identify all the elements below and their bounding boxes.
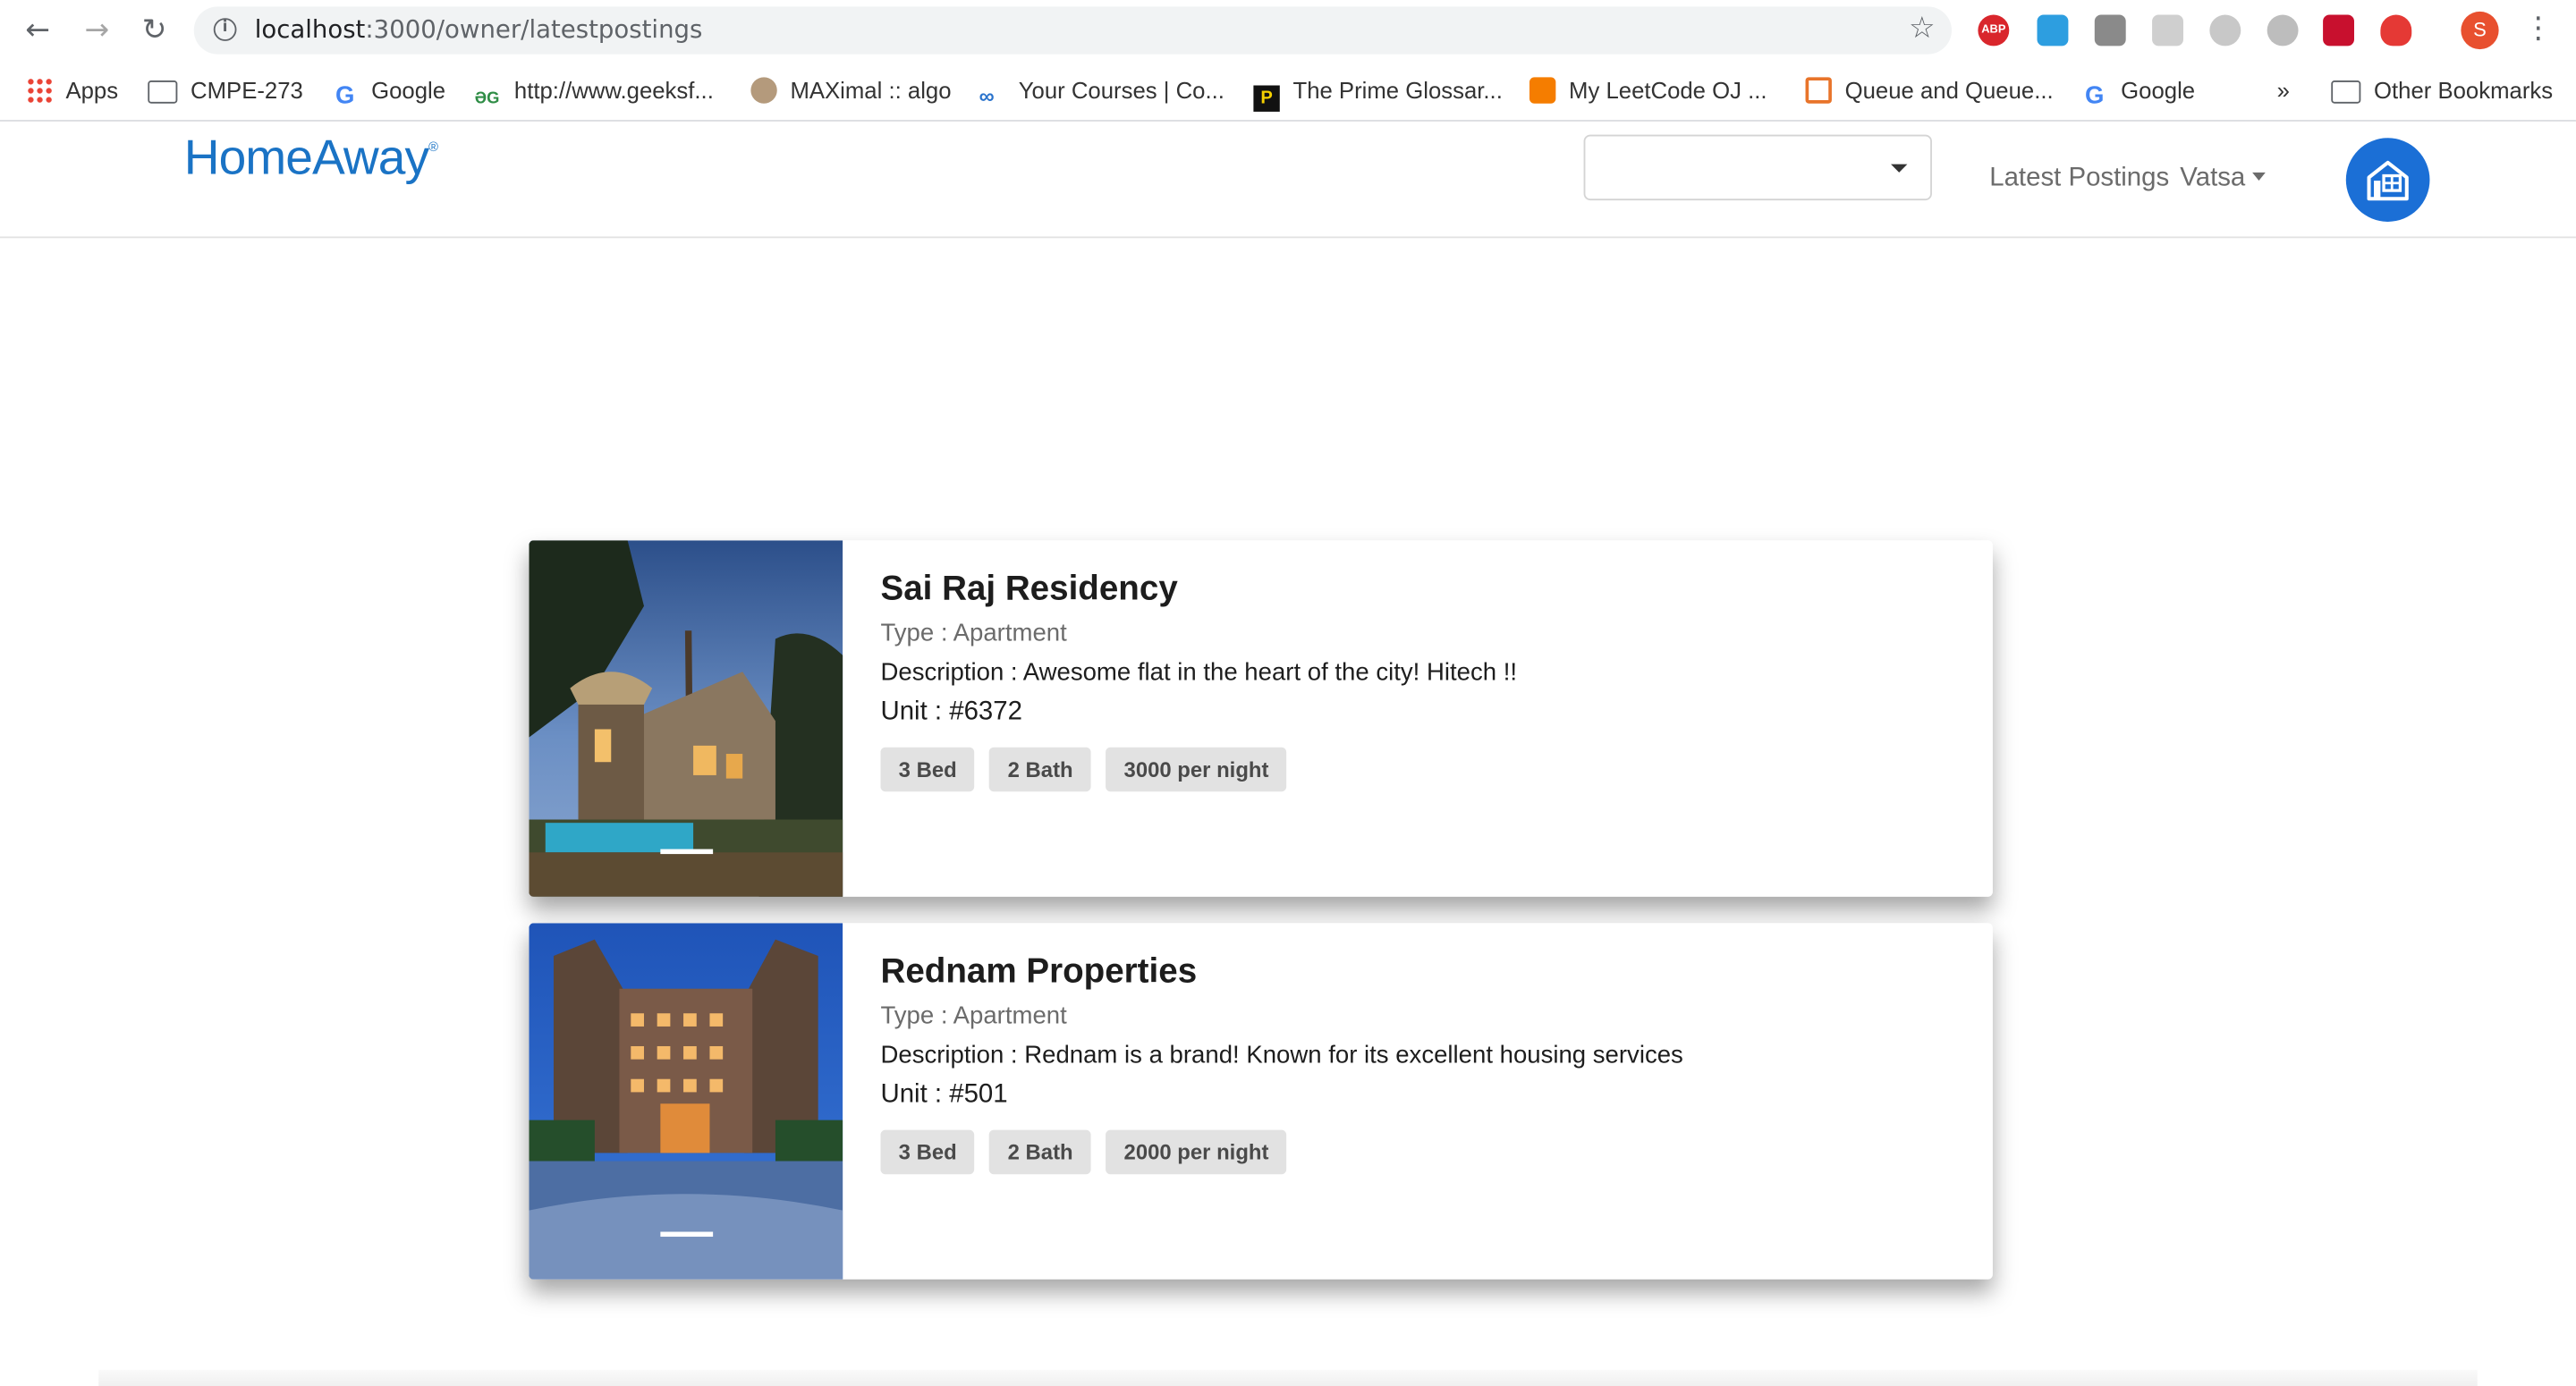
extension-page-icon[interactable] [2152, 14, 2183, 46]
baths-badge: 2 Bath [989, 747, 1091, 792]
google-icon: G [2085, 81, 2105, 111]
url-host: localhost [254, 14, 366, 45]
bookmark-apps[interactable]: Apps [26, 74, 118, 107]
bookmark-prime-glossary[interactable]: P The Prime Glossar... [1253, 74, 1503, 112]
blogger-icon [1529, 77, 1556, 104]
bookmark-label: Google [371, 77, 446, 104]
back-arrow-icon[interactable]: ← [18, 12, 57, 51]
bookmark-label: The Prime Glossar... [1292, 77, 1503, 104]
extension-window-icon[interactable] [2037, 14, 2069, 46]
bookmarks-overflow-button[interactable]: » [2277, 74, 2290, 107]
baths-badge: 2 Bath [989, 1129, 1091, 1175]
listing-details: Rednam Properties Type : Apartment Descr… [880, 952, 1976, 1175]
listing-details: Sai Raj Residency Type : Apartment Descr… [880, 570, 1976, 792]
listing-card[interactable]: Sai Raj Residency Type : Apartment Descr… [529, 540, 1993, 897]
app-navbar: HomeAway® Latest Postings Vatsa [0, 121, 2576, 239]
extension-red-icon[interactable] [2323, 14, 2354, 46]
bookmark-label: MAXimal :: algo [790, 77, 952, 104]
bookmark-label: CMPE-273 [191, 77, 303, 104]
address-bar[interactable]: i localhost:3000/owner/latestpostings ☆ [193, 6, 1952, 55]
listing-type: Type : Apartment [880, 619, 1067, 647]
maximal-icon [750, 77, 777, 104]
apps-grid-icon [26, 77, 53, 104]
browser-menu-icon[interactable]: ⋮ [2523, 12, 2553, 47]
url-path: :3000/owner/latestpostings [365, 14, 703, 45]
bookmark-label: Your Courses | Co... [1018, 77, 1224, 104]
coursera-icon: ∞ [979, 83, 995, 109]
prime-icon: P [1253, 85, 1280, 112]
homeaway-logo[interactable]: HomeAway® [183, 131, 438, 187]
bookmark-cmpe273[interactable]: CMPE-273 [148, 74, 303, 107]
url-text[interactable]: localhost:3000/owner/latestpostings [255, 15, 703, 45]
listing-description: Description : Awesome flat in the heart … [880, 658, 1518, 687]
bookmark-geeksforgeeks[interactable]: ƏG http://www.geeksf... [474, 74, 714, 109]
bookmark-label: Queue and Queue... [1844, 77, 2054, 104]
carousel-indicator[interactable] [660, 849, 714, 855]
bookmark-label: Apps [65, 77, 119, 104]
caret-down-icon [2251, 172, 2266, 182]
folder-icon [148, 80, 178, 104]
info-icon[interactable]: i [213, 18, 237, 41]
extension-gray-icon[interactable] [2094, 14, 2126, 46]
reload-icon[interactable]: ↻ [135, 12, 174, 51]
listing-badges: 3 Bed 2 Bath 2000 per night [880, 1129, 1976, 1175]
folder-icon [2331, 80, 2361, 104]
bookmark-label: Other Bookmarks [2374, 77, 2554, 104]
bookmark-google[interactable]: G Google [332, 74, 446, 111]
listing-photo-residence[interactable] [529, 540, 843, 897]
bookmark-coursera[interactable]: ∞ Your Courses | Co... [979, 74, 1224, 109]
listing-badges: 3 Bed 2 Bath 3000 per night [880, 747, 1976, 792]
listing-unit: Unit : #6372 [880, 697, 1022, 726]
navbar-select[interactable] [1583, 134, 1932, 201]
user-name: Vatsa [2180, 164, 2246, 192]
chevron-down-icon [1891, 164, 1908, 173]
beds-badge: 3 Bed [880, 1129, 975, 1175]
villa-night-image [529, 540, 843, 897]
geeksforgeeks-icon: ƏG [474, 90, 500, 109]
browser-toolbar: ← → ↻ i localhost:3000/owner/latestposti… [0, 0, 2576, 63]
bookmark-label: http://www.geeksf... [513, 77, 714, 104]
carousel-indicator[interactable] [660, 1231, 714, 1238]
bookmark-maximal[interactable]: MAXimal :: algo [750, 74, 952, 107]
extension-face-icon[interactable] [2267, 14, 2299, 46]
google-icon: G [335, 81, 355, 111]
bookmark-other[interactable]: Other Bookmarks [2331, 74, 2553, 107]
listing-photo-hotel[interactable] [529, 923, 843, 1280]
bookmark-queue[interactable]: Queue and Queue... [1805, 74, 2054, 107]
bookmark-label: My LeetCode OJ ... [1569, 77, 1767, 104]
user-menu[interactable]: Vatsa [2180, 164, 2266, 194]
latest-postings-link[interactable]: Latest Postings [1989, 165, 2169, 194]
queue-icon [1805, 77, 1832, 104]
logo-text: HomeAway [183, 131, 429, 186]
extension-circle-icon[interactable] [2209, 14, 2241, 46]
bookmarks-bar: Apps CMPE-273 G Google ƏG http://www.geeks… [0, 62, 2576, 122]
listing-title[interactable]: Sai Raj Residency [880, 570, 1976, 609]
bookmark-label: Google [2121, 77, 2196, 104]
adblock-plus-icon[interactable]: ABP [1978, 14, 2010, 46]
profile-avatar[interactable]: S [2461, 11, 2499, 50]
listing-title[interactable]: Rednam Properties [880, 952, 1976, 992]
page: ← → ↻ i localhost:3000/owner/latestposti… [0, 0, 2576, 1386]
homeaway-house-icon[interactable] [2345, 138, 2430, 222]
listing-type: Type : Apartment [880, 1001, 1067, 1030]
listing-unit: Unit : #501 [880, 1080, 1008, 1109]
extension-shield-icon[interactable] [2380, 14, 2412, 46]
price-badge: 2000 per night [1106, 1129, 1287, 1175]
bookmark-leetcode[interactable]: My LeetCode OJ ... [1529, 74, 1767, 107]
footer-edge [98, 1369, 2478, 1386]
listing-description: Description : Rednam is a brand! Known f… [880, 1041, 1683, 1069]
bookmark-google-2[interactable]: G Google [2081, 74, 2196, 111]
price-badge: 3000 per night [1106, 747, 1287, 792]
bookmark-star-icon[interactable]: ☆ [1909, 12, 1936, 46]
forward-arrow-icon[interactable]: → [77, 12, 116, 51]
logo-mark: ® [428, 139, 438, 155]
hotel-night-image [529, 923, 843, 1280]
beds-badge: 3 Bed [880, 747, 975, 792]
listing-card[interactable]: Rednam Properties Type : Apartment Descr… [529, 923, 1993, 1280]
